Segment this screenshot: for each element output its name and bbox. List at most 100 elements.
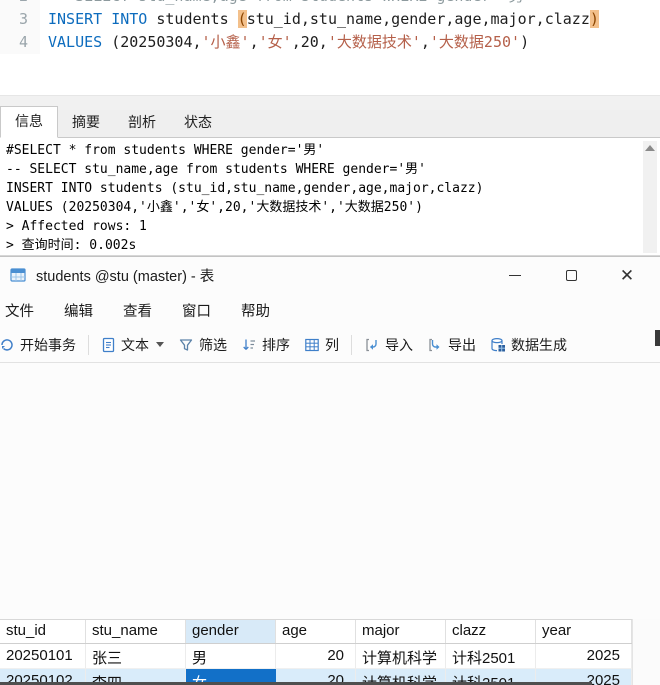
toolbar-button-数据生成[interactable]: 数据生成 <box>483 331 574 359</box>
grid-scrollbar-area[interactable] <box>632 619 660 685</box>
toolbar-button-开始事务[interactable]: 开始事务 <box>0 331 83 359</box>
column-header-gender[interactable]: gender <box>186 620 276 643</box>
menu-item-文件[interactable]: 文件 <box>0 294 49 327</box>
sql-token: VALUES <box>48 33 103 51</box>
sql-token: '小鑫' <box>201 33 250 51</box>
sql-editor[interactable]: 2 -- SELECT stu_name,age from students WH… <box>0 0 660 95</box>
sql-token: ( <box>237 10 247 28</box>
text-icon <box>101 337 116 353</box>
cell-gender[interactable]: 男 <box>186 644 276 669</box>
toolbar-button-文本[interactable]: 文本 <box>94 331 171 359</box>
maximize-icon <box>565 269 577 281</box>
table-window: students @stu (master) - 表 ✕ 文件 编辑 查看 窗口 帮助 … <box>0 256 660 685</box>
sql-token: '女' <box>258 33 292 51</box>
table-window-icon <box>10 267 26 283</box>
result-tab-摘要[interactable]: 摘要 <box>58 108 114 137</box>
window-title: students @stu (master) - 表 <box>36 268 215 285</box>
data-grid: stu_id stu_name gender age major clazz year 202… <box>0 619 632 685</box>
sql-token: , <box>249 33 259 51</box>
sql-token: stu_id,stu_name,gender,age,major,clazz <box>246 10 590 28</box>
transaction-icon <box>0 337 15 353</box>
column-header-year[interactable]: year <box>536 620 632 643</box>
minimize-icon <box>509 274 521 276</box>
sql-token: '大数据技术' <box>327 33 421 51</box>
toolbar-button-导入[interactable]: 导入 <box>357 331 420 359</box>
message-line: -- SELECT stu_name,age from students WHE… <box>6 162 426 177</box>
filter-icon <box>178 337 194 353</box>
toolbar-button-label: 列 <box>325 336 339 353</box>
sql-editor-line: 4 VALUES (20250304,'小鑫','女',20,'大数据技术','大… <box>0 31 660 54</box>
result-tab-信息[interactable]: 信息 <box>0 106 58 138</box>
sql-editor-line: 2 -- SELECT stu_name,age from students WH… <box>0 0 660 8</box>
toolbar-button-排序[interactable]: 排序 <box>234 331 297 359</box>
maximize-button[interactable] <box>548 260 594 290</box>
sql-code: -- SELECT stu_name,age from students WHE… <box>40 0 533 8</box>
sql-token: INSERT INTO <box>48 10 148 28</box>
message-line: > 查询时间: 0.002s <box>6 238 137 253</box>
toolbar-button-label: 文本 <box>121 336 149 353</box>
menu-item-帮助[interactable]: 帮助 <box>226 294 285 327</box>
line-number: 2 <box>0 0 40 8</box>
menu-item-编辑[interactable]: 编辑 <box>49 294 108 327</box>
result-tab-剖析[interactable]: 剖析 <box>114 108 170 137</box>
toolbar-button-导出[interactable]: 导出 <box>420 331 483 359</box>
grid-header-row: stu_id stu_name gender age major clazz year <box>0 620 632 644</box>
menu-item-查看[interactable]: 查看 <box>108 294 167 327</box>
toolbar: 开始事务 文本 筛选 排序 列 导入 导出 数据生成 <box>0 327 660 363</box>
sql-token: , <box>420 33 430 51</box>
toolbar-button-列[interactable]: 列 <box>297 331 346 359</box>
result-tab-状态[interactable]: 状态 <box>170 108 226 137</box>
sql-token: students <box>147 10 238 28</box>
toolbar-button-label: 导出 <box>448 336 476 353</box>
sql-editor-lines: 2 -- SELECT stu_name,age from students WH… <box>0 0 660 54</box>
minimize-button[interactable] <box>492 260 538 290</box>
column-header-stu_name[interactable]: stu_name <box>86 620 186 643</box>
sql-token: ,20, <box>291 33 328 51</box>
cell-clazz[interactable]: 计科2501 <box>446 644 536 669</box>
column-header-clazz[interactable]: clazz <box>446 620 536 643</box>
result-tab-bar: 信息 摘要 剖析 状态 <box>0 106 660 138</box>
message-line: > Affected rows: 1 <box>6 219 147 234</box>
data-generation-icon <box>490 337 506 353</box>
toolbar-button-label: 导入 <box>385 336 413 353</box>
column-header-stu_id[interactable]: stu_id <box>0 620 86 643</box>
export-icon <box>427 337 443 353</box>
message-line: VALUES (20250304,'小鑫','女',20,'大数据技术','大数… <box>6 200 423 215</box>
import-icon <box>364 337 380 353</box>
sql-token: -- SELECT stu_name,age from students WHE… <box>48 0 533 5</box>
toolbar-button-label: 筛选 <box>199 336 227 353</box>
line-number: 4 <box>0 31 40 54</box>
toolbar-button-筛选[interactable]: 筛选 <box>171 331 234 359</box>
cell-stu_name[interactable]: 张三 <box>86 644 186 669</box>
sql-token: ) <box>589 10 599 28</box>
close-icon: ✕ <box>619 265 635 285</box>
messages-scrollbar[interactable] <box>643 141 657 253</box>
toolbar-button-label: 数据生成 <box>511 336 567 353</box>
dropdown-caret-icon[interactable] <box>156 342 164 347</box>
sql-token: (20250304, <box>102 33 202 51</box>
cell-year[interactable]: 2025 <box>536 644 632 669</box>
message-line: INSERT INTO students (stu_id,stu_name,ge… <box>6 181 484 196</box>
cell-age[interactable]: 20 <box>276 644 356 669</box>
screen: 2 -- SELECT stu_name,age from students WH… <box>0 0 660 685</box>
scroll-up-icon[interactable] <box>645 145 655 151</box>
sort-icon <box>241 337 257 353</box>
close-button[interactable]: ✕ <box>604 260 650 290</box>
sql-code: VALUES (20250304,'小鑫','女',20,'大数据技术','大数… <box>40 31 529 54</box>
window-controls: ✕ <box>482 260 650 290</box>
sql-editor-line: 3 INSERT INTO students (stu_id,stu_name,g… <box>0 8 660 31</box>
sql-code: INSERT INTO students (stu_id,stu_name,ge… <box>40 8 599 31</box>
column-header-major[interactable]: major <box>356 620 446 643</box>
cell-stu_id[interactable]: 20250101 <box>0 644 86 669</box>
menubar: 文件 编辑 查看 窗口 帮助 <box>0 293 660 327</box>
sql-token: '大数据250' <box>429 33 521 51</box>
column-header-age[interactable]: age <box>276 620 356 643</box>
toolbar-separator <box>351 334 352 355</box>
clipped-toolbar-item <box>655 330 660 346</box>
table-row: 20250101 张三男 20 计算机科学 计科2501 2025 <box>0 644 632 669</box>
menu-item-窗口[interactable]: 窗口 <box>167 294 226 327</box>
message-line: #SELECT * from students WHERE gender='男' <box>6 143 325 158</box>
cell-major[interactable]: 计算机科学 <box>356 644 446 669</box>
messages-panel[interactable]: #SELECT * from students WHERE gender='男'… <box>0 138 660 256</box>
titlebar[interactable]: students @stu (master) - 表 ✕ <box>0 257 660 293</box>
